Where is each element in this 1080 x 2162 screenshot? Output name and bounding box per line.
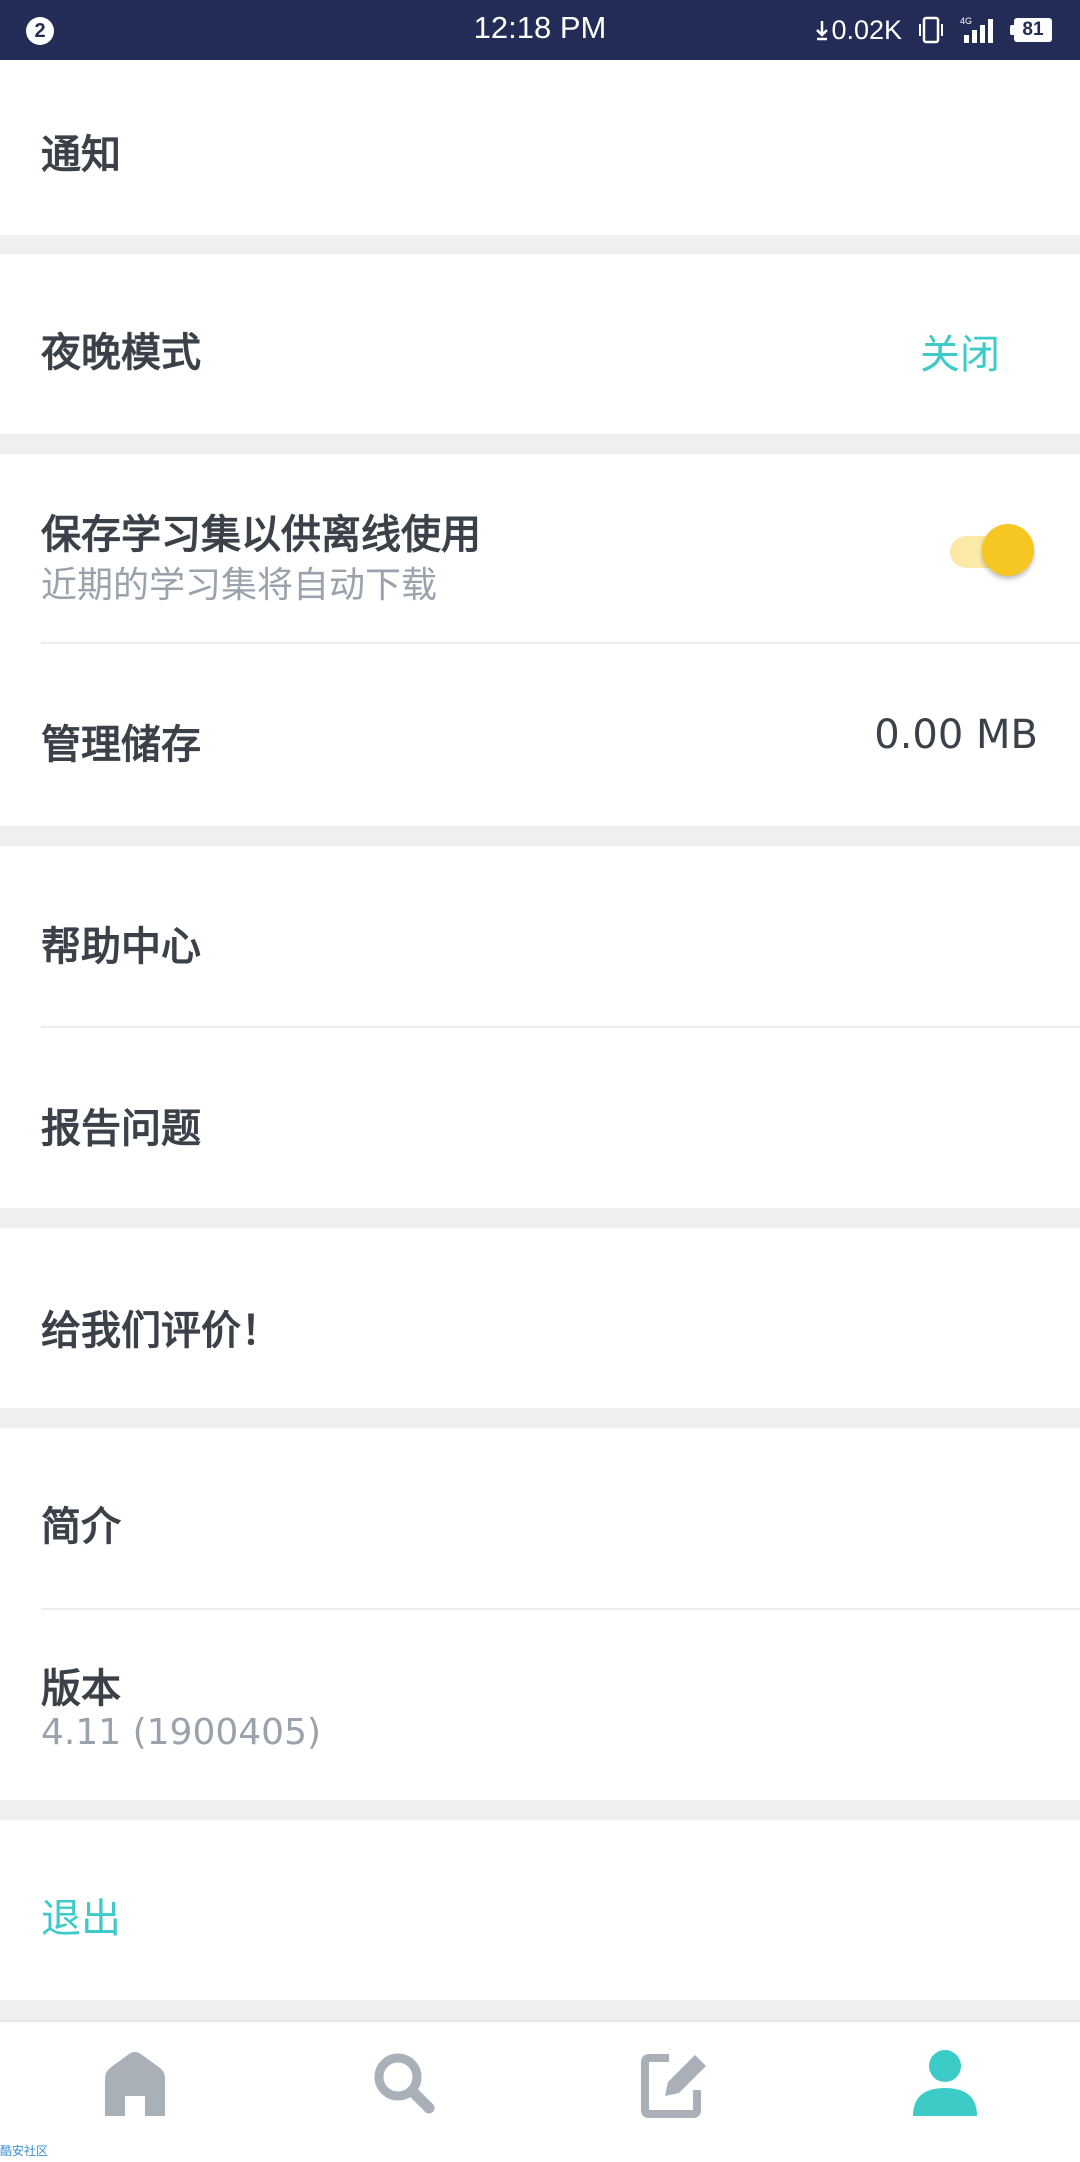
offline-sublabel: 近期的学习集将自动下载 [41, 565, 438, 606]
logout-row[interactable]: 退出 [0, 1820, 1080, 2000]
offline-storage-group: 保存学习集以供离线使用 近期的学习集将自动下载 管理储存 0.00 MB [0, 454, 1080, 826]
offline-toggle[interactable] [950, 520, 1034, 580]
bottom-navigation [0, 2020, 1080, 2162]
nav-search[interactable] [365, 2044, 445, 2124]
nav-create[interactable] [635, 2044, 715, 2124]
offline-label: 保存学习集以供离线使用 [41, 512, 481, 558]
battery-icon: 81 [1010, 18, 1052, 42]
nav-home[interactable] [95, 2044, 175, 2124]
vibrate-icon [919, 16, 943, 44]
logout-button[interactable]: 退出 [41, 1886, 121, 1944]
divider [41, 1026, 1080, 1028]
profile-icon [913, 2050, 977, 2116]
rate-us-label: 给我们评价！ [41, 1308, 281, 1354]
storage-value: 0.00 MB [874, 712, 1038, 758]
edit-icon [641, 2054, 706, 2118]
home-icon [105, 2052, 165, 2116]
signal-4g-icon: 4G [960, 16, 993, 43]
storage-label[interactable]: 管理储存 [41, 712, 201, 770]
report-problem-item[interactable]: 报告问题 [41, 1096, 201, 1154]
net-speed: 0.02K [815, 15, 902, 46]
help-center-item[interactable]: 帮助中心 [41, 914, 201, 972]
night-mode-label: 夜晚模式 [41, 330, 201, 376]
divider [41, 642, 1080, 644]
version-label: 版本 [41, 1666, 121, 1712]
notifications-row[interactable]: 通知 [0, 60, 1080, 235]
divider [41, 1608, 1080, 1610]
help-group: 帮助中心 报告问题 [0, 846, 1080, 1208]
toggle-knob [982, 524, 1034, 576]
night-mode-row[interactable]: 夜晚模式 关闭 [0, 254, 1080, 434]
about-group: 简介 版本 4.11 (1900405) [0, 1428, 1080, 1800]
search-icon [374, 2053, 435, 2114]
svg-text:4G: 4G [960, 16, 972, 26]
night-mode-value[interactable]: 关闭 [920, 322, 1000, 380]
about-item[interactable]: 简介 [41, 1494, 121, 1552]
watermark-text: 酷安社区 [0, 2144, 49, 2158]
notifications-label: 通知 [41, 132, 121, 178]
status-bar: 2 12:18 PM 0.02K 4G 81 [0, 0, 1080, 60]
nav-profile[interactable] [905, 2044, 985, 2124]
download-arrow-icon [816, 21, 829, 41]
status-icons: 0.02K 4G 81 [815, 12, 1052, 48]
version-value: 4.11 (1900405) [41, 1712, 322, 1753]
net-speed-value: 0.02K [831, 14, 902, 45]
rate-row[interactable]: 给我们评价！ [0, 1228, 1080, 1408]
